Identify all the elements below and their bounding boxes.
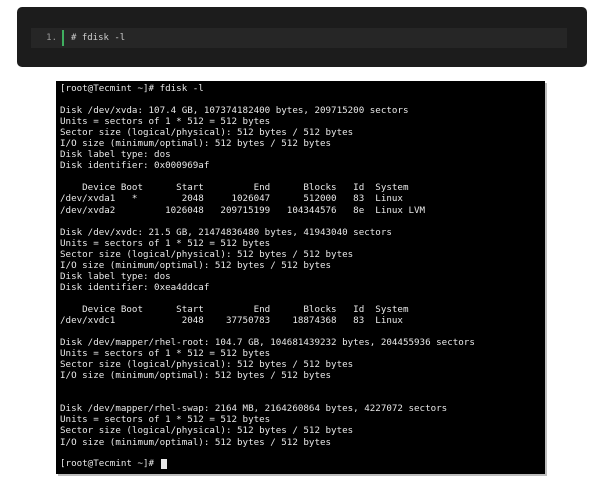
line-number: 1. bbox=[46, 33, 57, 43]
terminal-prompt-line[interactable]: [root@Tecmint ~]# bbox=[60, 458, 167, 469]
terminal-window: [root@Tecmint ~]# fdisk -l Disk /dev/xvd… bbox=[56, 81, 545, 474]
code-snippet-block: 1. # fdisk -l bbox=[17, 7, 587, 67]
command-text[interactable]: # fdisk -l bbox=[71, 33, 125, 43]
terminal-output: [root@Tecmint ~]# fdisk -l Disk /dev/xvd… bbox=[60, 83, 475, 448]
terminal-cursor bbox=[160, 458, 167, 469]
code-line: 1. # fdisk -l bbox=[31, 28, 567, 48]
terminal-prompt: [root@Tecmint ~]# bbox=[60, 458, 160, 469]
gutter-accent-bar bbox=[62, 30, 64, 46]
